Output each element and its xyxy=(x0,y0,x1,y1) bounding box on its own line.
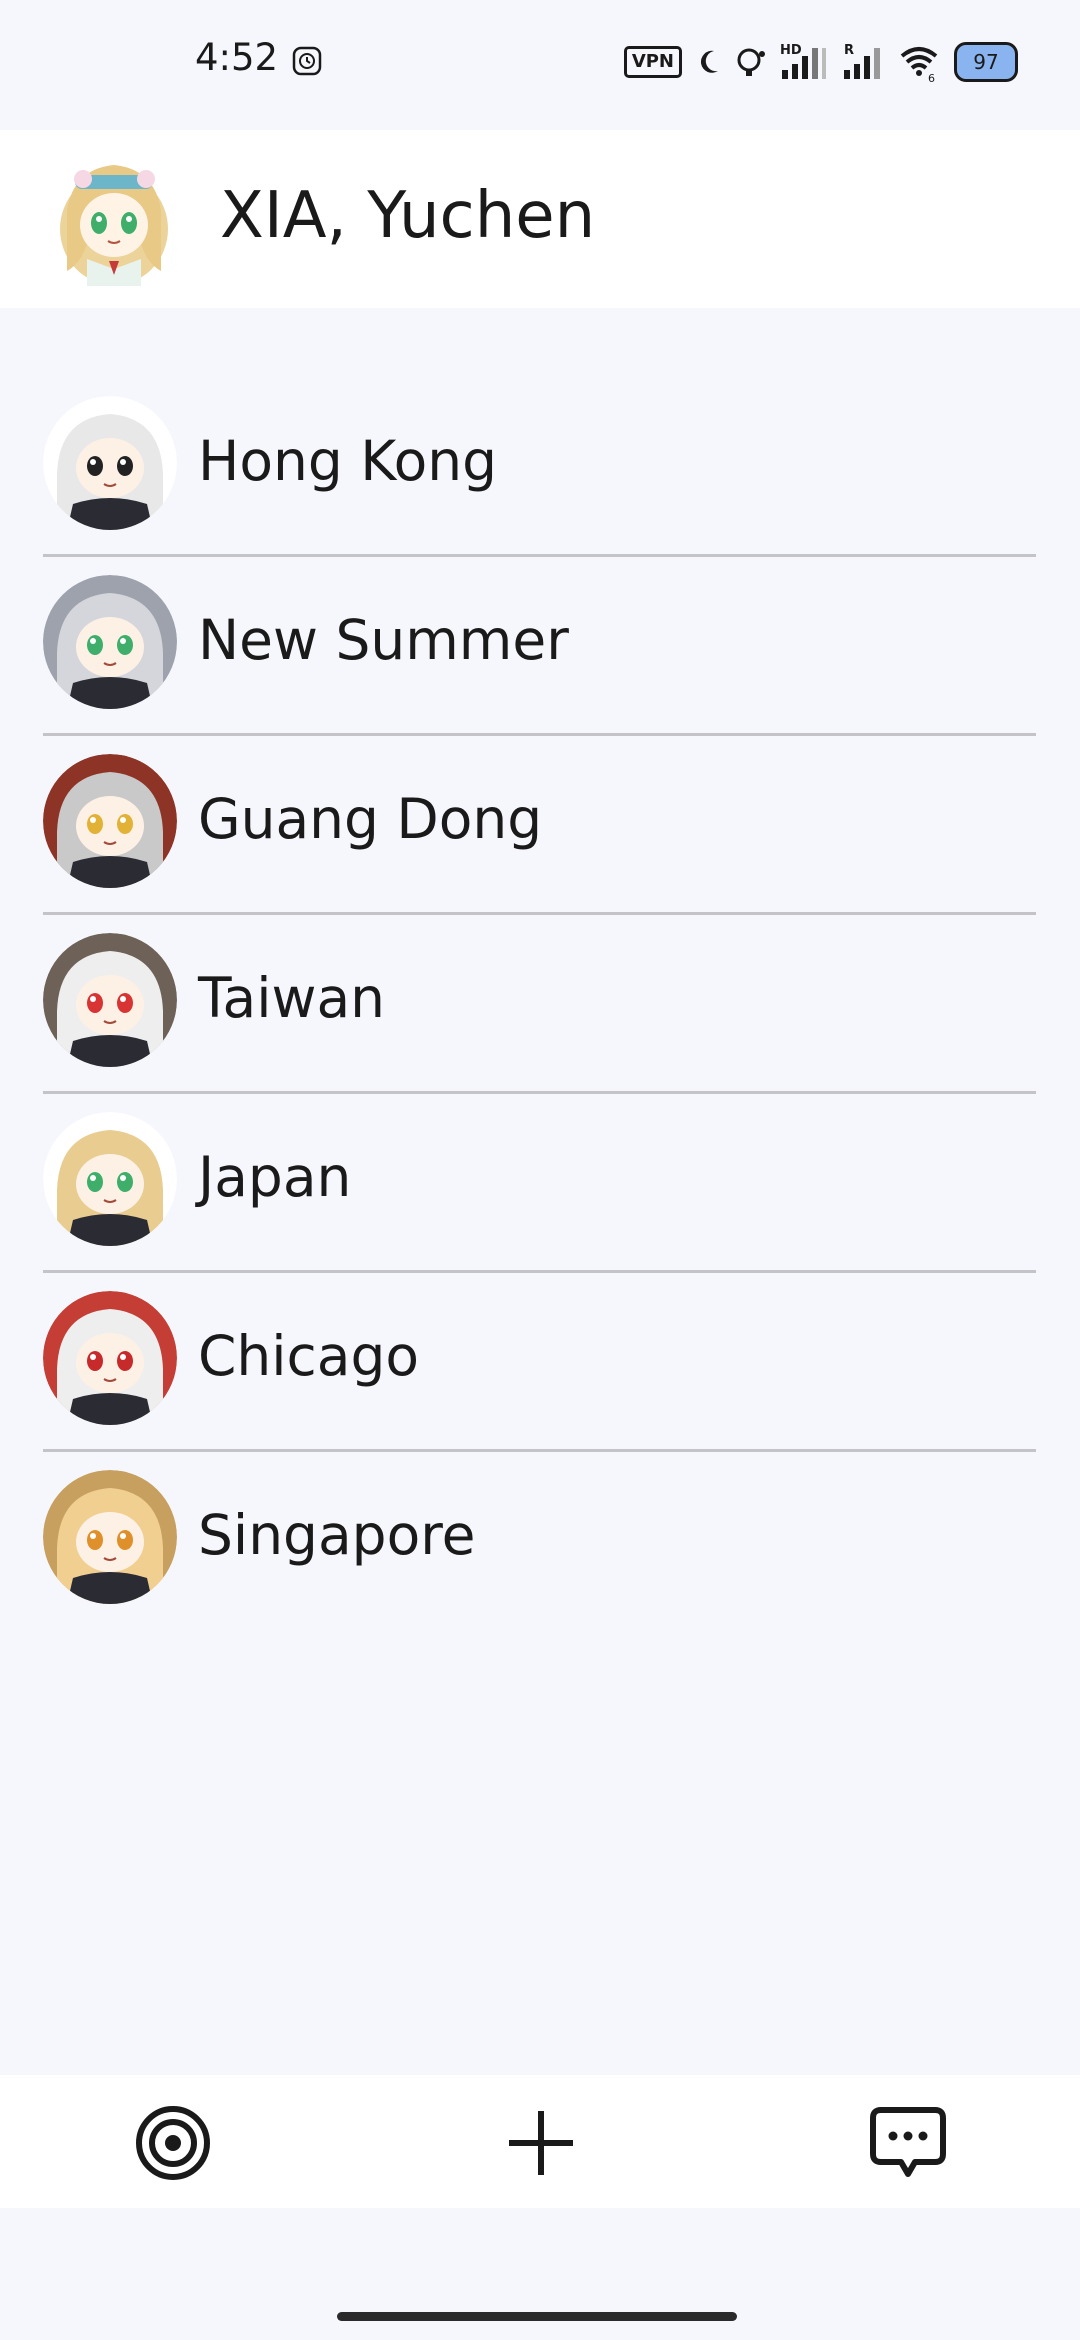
profile-avatar-icon[interactable] xyxy=(53,151,175,286)
avatar xyxy=(43,1291,177,1425)
avatar xyxy=(43,1470,177,1604)
chat-list: Hong Kong New Summer Guang Dong Taiwan J… xyxy=(0,378,1080,1631)
chat-bubble-icon xyxy=(870,2107,946,2177)
list-item-label: Chicago xyxy=(198,1324,420,1388)
target-icon xyxy=(136,2106,210,2180)
svg-text:R: R xyxy=(844,43,854,58)
clock-icon xyxy=(292,46,322,76)
vpn-icon: VPN xyxy=(623,46,682,78)
avatar xyxy=(43,933,177,1067)
status-time: 4:52 xyxy=(195,36,279,79)
list-item[interactable]: Hong Kong xyxy=(0,378,1080,557)
signal-r-icon: R xyxy=(844,43,880,79)
list-item-label: Japan xyxy=(198,1145,352,1209)
nav-home-button[interactable] xyxy=(133,2103,213,2183)
status-icons: VPN HD R 6 97 xyxy=(623,40,1018,84)
gesture-bar[interactable] xyxy=(337,2312,737,2321)
avatar xyxy=(43,396,177,530)
svg-text:6: 6 xyxy=(928,72,935,82)
list-item[interactable]: Chicago xyxy=(0,1273,1080,1452)
nav-add-button[interactable] xyxy=(501,2103,581,2183)
list-item[interactable]: Japan xyxy=(0,1094,1080,1273)
profile-header[interactable]: XIA, Yuchen xyxy=(0,130,1080,308)
avatar xyxy=(43,575,177,709)
nav-chat-button[interactable] xyxy=(868,2103,948,2183)
list-item-label: Guang Dong xyxy=(198,787,543,851)
list-item-label: New Summer xyxy=(198,608,569,672)
list-item[interactable]: Guang Dong xyxy=(0,736,1080,915)
list-item-label: Taiwan xyxy=(198,966,386,1030)
hotspot-icon xyxy=(737,48,765,76)
battery-icon: 97 xyxy=(954,42,1018,82)
list-item-label: Singapore xyxy=(198,1503,476,1567)
moon-icon xyxy=(700,50,718,73)
avatar xyxy=(43,754,177,888)
svg-text:HD: HD xyxy=(780,43,802,58)
list-item[interactable]: Taiwan xyxy=(0,915,1080,1094)
signal-hd-icon: HD xyxy=(780,43,826,79)
list-item[interactable]: New Summer xyxy=(0,557,1080,736)
plus-icon xyxy=(509,2111,573,2175)
list-item[interactable]: Singapore xyxy=(0,1452,1080,1631)
list-item-label: Hong Kong xyxy=(198,429,498,493)
wifi-icon: 6 xyxy=(900,47,938,82)
battery-level: 97 xyxy=(973,50,999,74)
bottom-nav xyxy=(0,2075,1080,2208)
page-title: XIA, Yuchen xyxy=(220,179,596,253)
avatar xyxy=(43,1112,177,1246)
status-bar: 4:52 VPN HD R 6 97 xyxy=(0,0,1080,130)
